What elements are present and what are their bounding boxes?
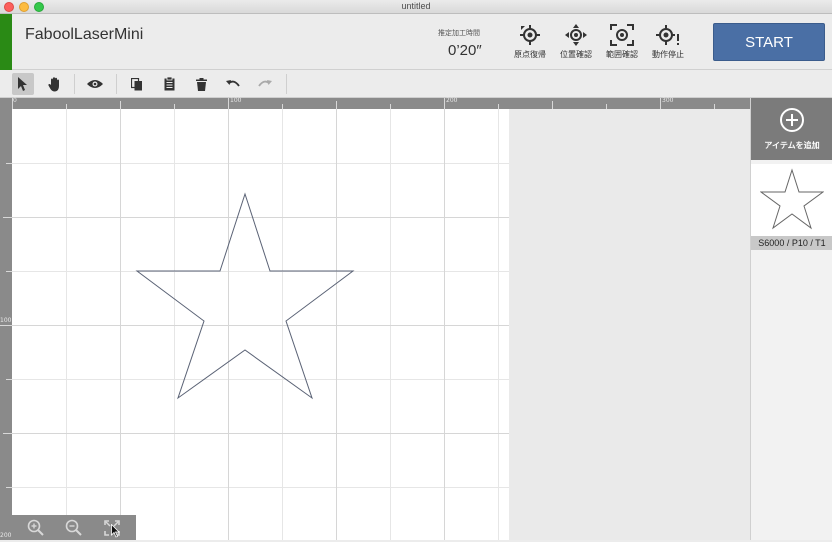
canvas-area[interactable] — [12, 109, 750, 540]
ruler-label: 200 — [446, 97, 458, 104]
mouse-cursor-icon — [111, 524, 120, 538]
ruler-label: 200 — [0, 532, 12, 539]
zoom-in-button[interactable] — [27, 519, 45, 537]
crosshair-origin-icon — [520, 25, 540, 45]
item-card[interactable]: S6000 / P10 / T1 — [751, 164, 832, 250]
redo-icon — [258, 80, 272, 87]
zoom-controls — [12, 515, 136, 540]
origin-return-label: 原点復帰 — [514, 50, 546, 59]
ruler-label: 100 — [0, 317, 12, 324]
app-name: FaboolLaserMini — [25, 26, 144, 43]
range-check-label: 範囲確認 — [606, 50, 638, 59]
toolbar-separator — [74, 74, 75, 94]
range-check-button[interactable]: 範囲確認 — [602, 24, 642, 64]
range-frame-icon — [610, 24, 634, 46]
plus-circle-icon — [780, 108, 804, 132]
position-check-button[interactable]: 位置確認 — [556, 24, 596, 64]
estimated-time-value: 0’20″ — [448, 42, 482, 59]
window-title: untitled — [401, 1, 431, 11]
star-thumbnail — [760, 168, 824, 230]
horizontal-ruler-ticks — [12, 98, 715, 109]
estimated-time-label: 推定加工時間 — [438, 30, 480, 37]
start-button[interactable]: START — [713, 23, 825, 61]
crosshair-arrows-icon — [565, 24, 587, 46]
vertical-ruler: 100 200 — [0, 98, 12, 540]
edit-toolbar — [0, 70, 832, 98]
app-header: FaboolLaserMini 推定加工時間 0’20″ 原点復帰 位置確認 範… — [0, 14, 832, 70]
add-item-button[interactable]: アイテムを追加 — [751, 98, 832, 160]
zoom-out-button[interactable] — [65, 519, 83, 537]
ruler-label: 100 — [230, 97, 242, 104]
hand-icon — [48, 76, 59, 91]
stop-crosshair-icon — [656, 25, 679, 45]
pointer-icon — [18, 77, 27, 91]
ruler-label: 0 — [13, 97, 17, 104]
redo-button[interactable] — [254, 73, 276, 95]
toolbar-separator — [116, 74, 117, 94]
star-shape[interactable] — [12, 109, 509, 540]
pan-tool-button[interactable] — [44, 73, 66, 95]
paste-button[interactable] — [158, 73, 180, 95]
item-parameters: S6000 / P10 / T1 — [751, 236, 832, 250]
window-titlebar: untitled — [0, 0, 832, 14]
copy-button[interactable] — [126, 73, 148, 95]
undo-button[interactable] — [222, 73, 244, 95]
horizontal-ruler: 0 100 200 300 — [12, 97, 750, 109]
ruler-label: 300 — [662, 97, 674, 104]
undo-icon — [226, 80, 240, 87]
stop-operation-button[interactable]: 動作停止 — [648, 24, 688, 64]
delete-button[interactable] — [190, 73, 212, 95]
stop-operation-label: 動作停止 — [652, 50, 684, 59]
position-check-label: 位置確認 — [560, 50, 592, 59]
copy-icon — [131, 77, 142, 90]
toolbar-separator — [286, 74, 287, 94]
select-tool-button[interactable] — [12, 73, 34, 95]
add-item-label: アイテムを追加 — [764, 141, 820, 150]
preview-toggle-button[interactable] — [84, 73, 106, 95]
origin-return-button[interactable]: 原点復帰 — [510, 24, 550, 64]
brand-color-bar — [0, 14, 12, 70]
paste-icon — [164, 77, 174, 91]
item-panel: アイテムを追加 S6000 / P10 / T1 — [750, 98, 832, 540]
zoom-in-icon — [27, 519, 44, 536]
eye-icon — [87, 80, 103, 88]
zoom-out-icon — [65, 519, 82, 536]
trash-icon — [195, 77, 207, 91]
laser-workspace[interactable] — [12, 109, 509, 540]
